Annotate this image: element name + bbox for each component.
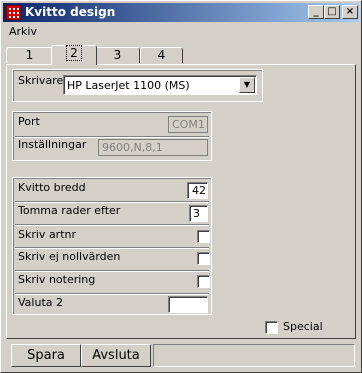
currency2-field[interactable]: [168, 296, 208, 313]
menu-bar: Arkiv: [3, 23, 359, 41]
receipt-width-label: Kvitto bredd: [18, 181, 86, 194]
exit-button[interactable]: Avsluta: [81, 344, 151, 367]
special-checkbox[interactable]: [265, 321, 278, 334]
tab-2[interactable]: 2: [51, 45, 97, 65]
tab-1-label: 1: [25, 48, 34, 62]
settings-field[interactable]: 9600,N,8,1: [98, 139, 208, 156]
port-label: Port: [18, 115, 40, 128]
tab-2-label: 2: [66, 45, 82, 61]
row-divider: [15, 247, 209, 249]
blank-rows-field[interactable]: 3: [189, 205, 208, 222]
save-button[interactable]: Spara: [11, 344, 81, 367]
tab-panel: Skrivare HP LaserJet 1100 (MS) ▼ Port CO…: [6, 64, 356, 339]
blank-rows-label: Tomma rader efter: [18, 204, 121, 217]
print-artnr-checkbox[interactable]: [197, 230, 210, 243]
printer-selected-value: HP LaserJet 1100 (MS): [67, 79, 190, 92]
footer-bar: Spara Avsluta: [3, 342, 359, 372]
printer-group: Skrivare HP LaserJet 1100 (MS) ▼: [12, 69, 263, 102]
chevron-down-icon[interactable]: ▼: [239, 77, 255, 93]
skip-zero-checkbox[interactable]: [197, 252, 210, 265]
tab-1[interactable]: 1: [6, 47, 53, 63]
printer-label: Skrivare: [18, 74, 64, 87]
port-field[interactable]: COM1: [168, 116, 208, 133]
special-label: Special: [283, 320, 323, 333]
row-divider: [15, 201, 209, 203]
receipt-width-field[interactable]: 42: [187, 182, 208, 199]
currency2-label: Valuta 2: [18, 296, 63, 309]
row-divider: [15, 293, 209, 295]
app-window: Kvitto design _ □ × Arkiv 1 2 3 4 Skriva…: [0, 0, 362, 373]
title-bar[interactable]: Kvitto design _ □ ×: [3, 3, 359, 22]
close-button[interactable]: ×: [342, 5, 358, 19]
connection-group: Port COM1 Inställningar 9600,N,8,1: [12, 111, 212, 161]
minimize-button[interactable]: _: [308, 5, 324, 19]
menu-item-arkiv[interactable]: Arkiv: [9, 25, 37, 38]
printer-select[interactable]: HP LaserJet 1100 (MS) ▼: [63, 75, 257, 95]
print-note-checkbox[interactable]: [197, 275, 210, 288]
row-divider: [15, 270, 209, 272]
print-artnr-label: Skriv artnr: [18, 228, 77, 241]
status-pane: [153, 344, 355, 367]
app-icon[interactable]: [6, 5, 21, 20]
print-note-label: Skriv notering: [18, 273, 96, 286]
window-title: Kvitto design: [25, 5, 116, 19]
maximize-button[interactable]: □: [324, 5, 340, 19]
receipt-group: Kvitto bredd 42 Tomma rader efter 3 Skri…: [12, 177, 212, 315]
tab-3[interactable]: 3: [95, 47, 140, 63]
skip-zero-label: Skriv ej nollvärden: [18, 250, 121, 263]
tab-3-label: 3: [113, 48, 122, 62]
settings-label: Inställningar: [18, 138, 87, 151]
tab-4-label: 4: [157, 48, 166, 62]
row-divider: [15, 224, 209, 226]
tab-4[interactable]: 4: [140, 47, 183, 63]
